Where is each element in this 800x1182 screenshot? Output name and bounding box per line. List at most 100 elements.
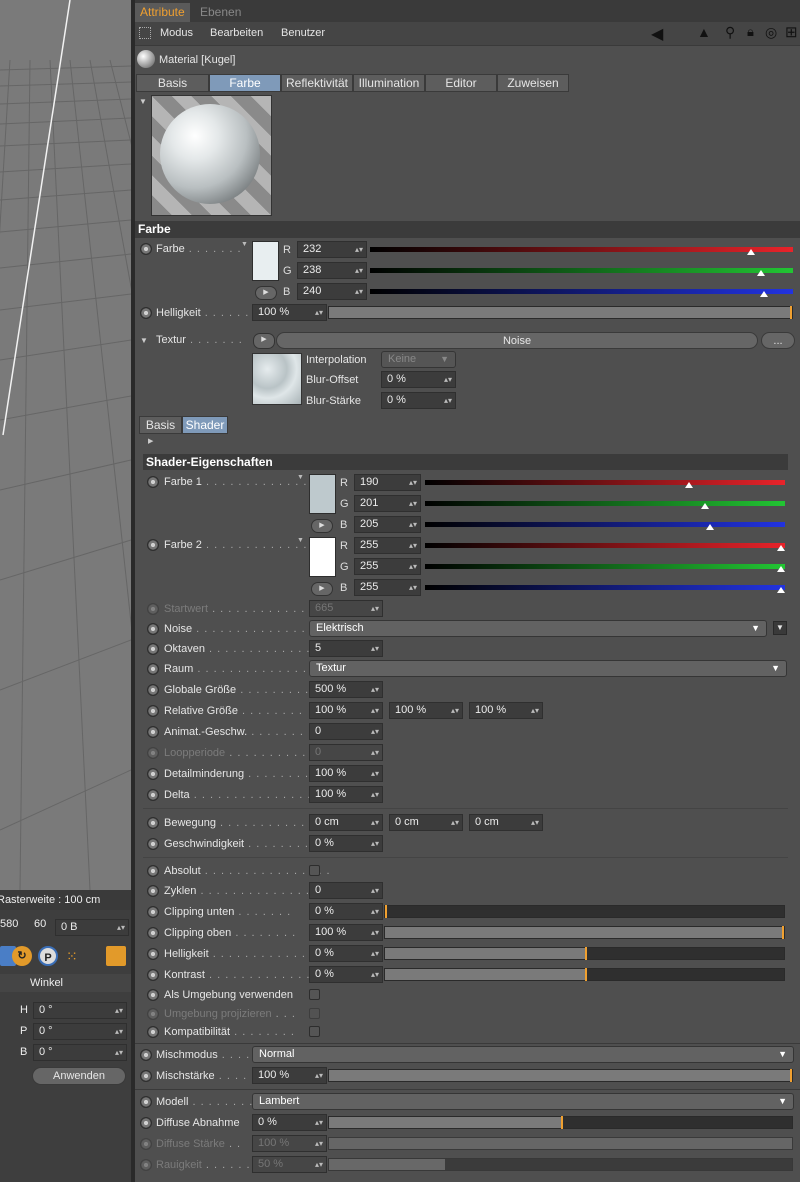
oktaven-field[interactable]: 5 ▴▾ <box>309 640 383 657</box>
modell-radio[interactable] <box>140 1096 152 1108</box>
helligkeit-shader-radio[interactable] <box>147 948 159 960</box>
farbe2-color-swatch[interactable] <box>309 537 336 577</box>
globale-groesse-radio[interactable] <box>147 684 159 696</box>
kontrast-radio[interactable] <box>147 969 159 981</box>
relative-groesse-radio[interactable] <box>147 705 159 717</box>
kompatibilitaet-checkbox[interactable] <box>309 1026 320 1037</box>
interpolation-dropdown[interactable]: Keine ▼ <box>381 351 456 368</box>
tab-reflektivitaet[interactable]: Reflektivität <box>281 74 353 92</box>
delta-radio[interactable] <box>147 789 159 801</box>
textur-collapse-icon[interactable]: ▼ <box>140 336 148 345</box>
zyklen-field[interactable]: 0 ▴▾ <box>309 882 383 899</box>
farbe-color-swatch[interactable] <box>252 241 279 281</box>
farbe2-expand-button[interactable]: ▶ <box>311 582 333 596</box>
shader-expand-icon[interactable]: ▶ <box>148 437 153 445</box>
bewegung-z-field[interactable]: 0 cm ▴▾ <box>469 814 543 831</box>
farbe-dropdown-icon[interactable]: ▼ <box>241 241 248 248</box>
geschwindigkeit-radio[interactable] <box>147 838 159 850</box>
shader-tab-shader[interactable]: Shader <box>182 416 228 434</box>
farbe-g-knob[interactable] <box>756 270 765 276</box>
farbe1-g-field[interactable]: 201 ▴▾ <box>354 495 421 512</box>
kontrast-field[interactable]: 0 % ▴▾ <box>309 966 383 983</box>
diffuse-abnahme-field[interactable]: 0 % ▴▾ <box>252 1114 327 1131</box>
kompatibilitaet-radio[interactable] <box>147 1026 159 1038</box>
clipping-unten-radio[interactable] <box>147 906 159 918</box>
dots-grid-icon[interactable]: ⁙ <box>66 946 86 966</box>
tab-illumination[interactable]: Illumination <box>353 74 425 92</box>
detailminderung-field[interactable]: 100 % ▴▾ <box>309 765 383 782</box>
film-icon[interactable] <box>106 946 126 966</box>
farbe1-dropdown-icon[interactable]: ▼ <box>297 474 304 481</box>
h-field[interactable]: 0 ° ▴▾ <box>33 1002 127 1019</box>
farbe2-animate-radio[interactable] <box>147 539 159 551</box>
tab-basis[interactable]: Basis <box>136 74 209 92</box>
mischmodus-dropdown[interactable]: Normal ▼ <box>252 1046 794 1063</box>
clipping-oben-radio[interactable] <box>147 927 159 939</box>
mischstaerke-field[interactable]: 100 % ▴▾ <box>252 1067 327 1084</box>
noise-preview-toggle-icon[interactable]: ▼ <box>773 621 787 635</box>
farbe1-b-slider[interactable] <box>425 522 785 530</box>
absolut-radio[interactable] <box>147 865 159 877</box>
noise-shader-button[interactable]: Noise <box>276 332 758 349</box>
p-field[interactable]: 0 ° ▴▾ <box>33 1023 127 1040</box>
blur-offset-field[interactable]: 0 % ▴▾ <box>381 371 456 388</box>
up-arrow-icon[interactable]: ▲ <box>697 24 711 40</box>
farbe-r-slider[interactable] <box>370 247 793 255</box>
clipping-oben-field[interactable]: 100 % ▴▾ <box>309 924 383 941</box>
back-arrow-icon[interactable]: ◀ <box>651 24 663 44</box>
farbe2-r-field[interactable]: 255 ▴▾ <box>354 537 421 554</box>
bewegung-y-field[interactable]: 0 cm ▴▾ <box>389 814 463 831</box>
tab-attribute[interactable]: Attribute <box>135 3 190 22</box>
helligkeit-shader-slider[interactable] <box>384 947 785 960</box>
raum-radio[interactable] <box>147 663 159 675</box>
blur-staerke-field[interactable]: 0 % ▴▾ <box>381 392 456 409</box>
helligkeit-shader-field[interactable]: 0 % ▴▾ <box>309 945 383 962</box>
clipping-unten-slider[interactable] <box>384 905 785 918</box>
farbe-b-field[interactable]: 240 ▴▾ <box>297 283 367 300</box>
relative-groesse-z-field[interactable]: 100 % ▴▾ <box>469 702 543 719</box>
clipping-unten-field[interactable]: 0 % ▴▾ <box>309 903 383 920</box>
zyklen-radio[interactable] <box>147 885 159 897</box>
mischmodus-radio[interactable] <box>140 1049 152 1061</box>
shader-tab-basis[interactable]: Basis <box>139 416 182 434</box>
farbe1-color-swatch[interactable] <box>309 474 336 514</box>
farbe-animate-radio[interactable] <box>140 243 152 255</box>
menu-bearbeiten[interactable]: Bearbeiten <box>210 27 263 39</box>
noise-dropdown[interactable]: Elektrisch ▼ <box>309 620 767 637</box>
globale-groesse-field[interactable]: 500 % ▴▾ <box>309 681 383 698</box>
parameter-icon[interactable]: P <box>38 946 58 966</box>
farbe-b-knob[interactable] <box>760 291 769 297</box>
geschwindigkeit-field[interactable]: 0 % ▴▾ <box>309 835 383 852</box>
helligkeit-field[interactable]: 100 % ▴▾ <box>252 304 327 321</box>
noise-radio[interactable] <box>147 623 159 635</box>
absolut-checkbox[interactable] <box>309 865 320 876</box>
animat-field[interactable]: 0 ▴▾ <box>309 723 383 740</box>
farbe2-dropdown-icon[interactable]: ▼ <box>297 537 304 544</box>
detailminderung-radio[interactable] <box>147 768 159 780</box>
farbe2-g-field[interactable]: 255 ▴▾ <box>354 558 421 575</box>
textur-menu-button[interactable]: ▶ <box>253 333 275 349</box>
clipping-oben-slider[interactable] <box>384 926 785 939</box>
relative-groesse-y-field[interactable]: 100 % ▴▾ <box>389 702 463 719</box>
target-icon[interactable]: ◎ <box>765 24 777 41</box>
tab-zuweisen[interactable]: Zuweisen <box>497 74 569 92</box>
3d-viewport[interactable] <box>0 0 131 890</box>
tab-ebenen[interactable]: Ebenen <box>195 3 246 22</box>
helligkeit-animate-radio[interactable] <box>140 307 152 319</box>
grid-handle-icon[interactable] <box>139 27 151 39</box>
farbe1-r-slider[interactable] <box>425 480 785 488</box>
als-umgebung-radio[interactable] <box>147 989 159 1001</box>
farbe1-expand-button[interactable]: ▶ <box>311 519 333 533</box>
farbe2-r-slider[interactable] <box>425 543 785 551</box>
animat-radio[interactable] <box>147 726 159 738</box>
helligkeit-slider[interactable] <box>328 306 793 319</box>
menu-benutzer[interactable]: Benutzer <box>281 27 325 39</box>
farbe2-b-field[interactable]: 255 ▴▾ <box>354 579 421 596</box>
delta-field[interactable]: 100 % ▴▾ <box>309 786 383 803</box>
bewegung-x-field[interactable]: 0 cm ▴▾ <box>309 814 383 831</box>
material-preview[interactable] <box>151 95 272 216</box>
kontrast-slider[interactable] <box>384 968 785 981</box>
relative-groesse-x-field[interactable]: 100 % ▴▾ <box>309 702 383 719</box>
menu-modus[interactable]: Modus <box>160 27 193 39</box>
farbe1-b-field[interactable]: 205 ▴▾ <box>354 516 421 533</box>
